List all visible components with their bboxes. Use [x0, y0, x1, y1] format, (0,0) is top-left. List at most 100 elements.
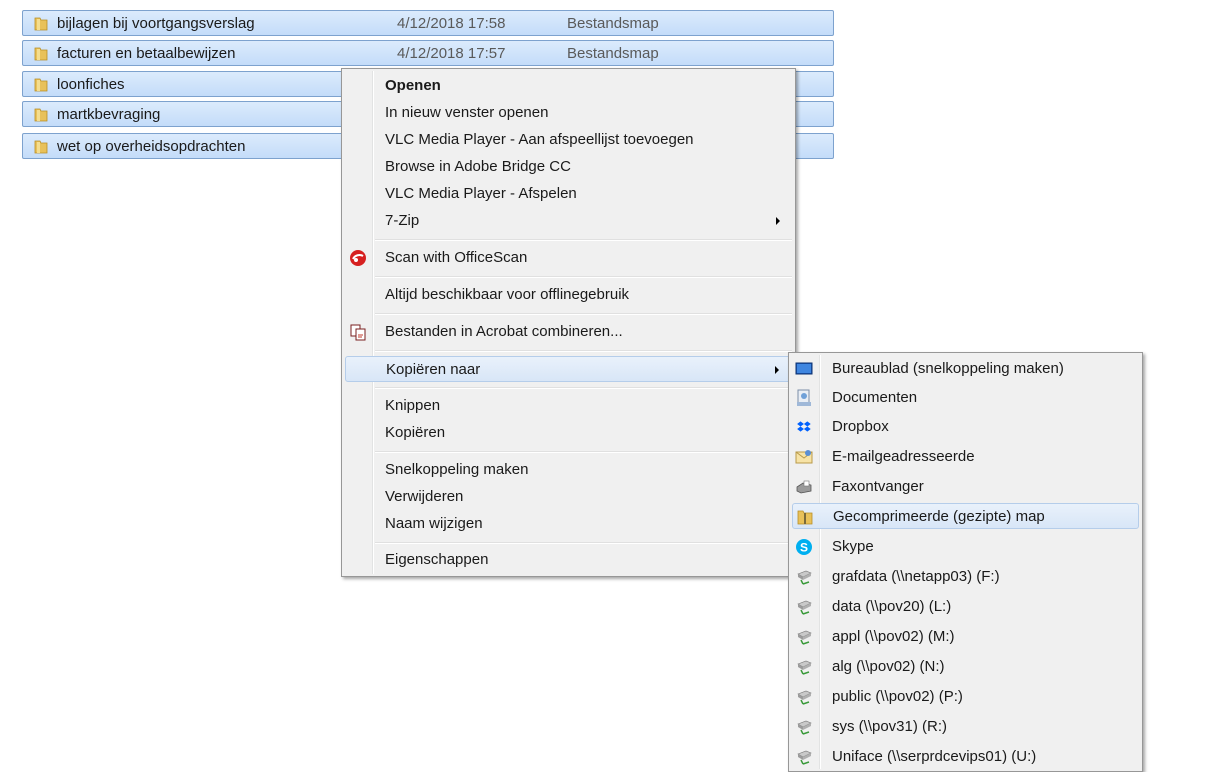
menu-item-label: Naam wijzigen [385, 515, 483, 532]
menu-item-label: Browse in Adobe Bridge CC [385, 158, 571, 175]
menu-item-label: E-mailgeadresseerde [832, 448, 975, 465]
menu-item-label: VLC Media Player - Afspelen [385, 185, 577, 202]
menu-item-adobe-bridge[interactable]: Browse in Adobe Bridge CC [345, 154, 792, 180]
folder-icon [34, 140, 48, 154]
file-name: wet op overheidsopdrachten [57, 138, 246, 155]
menu-item-label: In nieuw venster openen [385, 104, 549, 121]
menu-item-label: Bureaublad (snelkoppeling maken) [832, 360, 1064, 377]
menu-item-label: 7-Zip [385, 212, 420, 229]
send-to-desktop[interactable]: Bureaublad (snelkoppeling maken) [792, 356, 1139, 382]
file-row[interactable]: facturen en betaalbewijzen 4/12/2018 17:… [22, 40, 834, 66]
menu-item-label: Faxontvanger [832, 478, 924, 495]
menu-item-properties[interactable]: Eigenschappen [345, 547, 792, 573]
menu-item-7zip[interactable]: 7-Zip [345, 208, 792, 234]
file-date: 4/12/2018 17:58 [397, 15, 506, 32]
menu-item-label: Snelkoppeling maken [385, 461, 529, 478]
file-type: Bestandsmap [567, 45, 659, 62]
send-to-dropbox[interactable]: Dropbox [792, 414, 1139, 440]
folder-icon [34, 108, 48, 122]
menu-item-label: Kopiëren [385, 424, 446, 441]
menu-item-cut[interactable]: Knippen [345, 393, 792, 419]
menu-item-label: Knippen [385, 397, 441, 414]
menu-item-label: VLC Media Player - Aan afspeellijst toev… [385, 131, 694, 148]
svg-text:S: S [800, 541, 808, 555]
desktop-icon [795, 362, 813, 375]
network-drive-icon [797, 690, 812, 705]
network-drive-icon [797, 750, 812, 765]
menu-item-create-shortcut[interactable]: Snelkoppeling maken [345, 457, 792, 483]
file-type: Bestandsmap [567, 15, 659, 32]
menu-separator [375, 350, 792, 352]
acrobat-combine-icon [350, 324, 366, 341]
menu-item-label: Eigenschappen [385, 551, 489, 568]
send-to-drive-r[interactable]: sys (\\pov31) (R:) [792, 714, 1139, 740]
file-name: facturen en betaalbewijzen [57, 45, 236, 62]
menu-item-label: Scan with OfficeScan [385, 249, 528, 266]
send-to-zip-folder[interactable]: Gecomprimeerde (gezipte) map [792, 503, 1139, 529]
menu-separator [375, 451, 792, 453]
network-drive-icon [797, 600, 812, 615]
menu-item-label: alg (\\pov02) (N:) [832, 658, 945, 675]
file-row[interactable]: bijlagen bij voortgangsverslag 4/12/2018… [22, 10, 834, 36]
menu-item-offline[interactable]: Altijd beschikbaar voor offlinegebruik [345, 282, 792, 308]
network-drive-icon [797, 570, 812, 585]
menu-item-open-new-window[interactable]: In nieuw venster openen [345, 100, 792, 126]
zip-folder-icon [797, 510, 813, 525]
menu-item-label: public (\\pov02) (P:) [832, 688, 963, 705]
send-to-documents[interactable]: Documenten [792, 385, 1139, 411]
send-to-drive-n[interactable]: alg (\\pov02) (N:) [792, 654, 1139, 680]
menu-separator [375, 542, 792, 544]
menu-item-label: Gecomprimeerde (gezipte) map [833, 508, 1045, 525]
network-drive-icon [797, 720, 812, 735]
menu-item-label: Skype [832, 538, 874, 555]
menu-item-label: Verwijderen [385, 488, 464, 505]
send-to-drive-u[interactable]: Uniface (\\serprdcevips01) (U:) [792, 744, 1139, 770]
menu-item-label: Kopiëren naar [386, 361, 481, 378]
menu-item-label: Uniface (\\serprdcevips01) (U:) [832, 748, 1037, 765]
send-to-drive-l[interactable]: data (\\pov20) (L:) [792, 594, 1139, 620]
send-to-submenu: Bureaublad (snelkoppeling maken) Documen… [788, 352, 1143, 772]
network-drive-icon [797, 660, 812, 675]
send-to-drive-f[interactable]: grafdata (\\netapp03) (F:) [792, 564, 1139, 590]
file-name: loonfiches [57, 76, 125, 93]
menu-separator [375, 276, 792, 278]
menu-item-label: grafdata (\\netapp03) (F:) [832, 568, 1000, 585]
send-to-drive-p[interactable]: public (\\pov02) (P:) [792, 684, 1139, 710]
send-to-drive-m[interactable]: appl (\\pov02) (M:) [792, 624, 1139, 650]
send-to-mail-recipient[interactable]: E-mailgeadresseerde [792, 444, 1139, 470]
folder-icon [34, 47, 48, 61]
file-name: martkbevraging [57, 106, 161, 123]
file-name: bijlagen bij voortgangsverslag [57, 15, 255, 32]
folder-icon [34, 17, 48, 31]
menu-separator [375, 313, 792, 315]
submenu-arrow-icon [776, 217, 780, 225]
fax-icon [796, 480, 812, 494]
menu-item-label: Altijd beschikbaar voor offlinegebruik [385, 286, 630, 303]
officescan-icon [350, 250, 366, 266]
documents-icon [797, 389, 811, 406]
send-to-fax[interactable]: Faxontvanger [792, 474, 1139, 500]
menu-item-vlc-add-playlist[interactable]: VLC Media Player - Aan afspeellijst toev… [345, 127, 792, 153]
menu-item-label: Dropbox [832, 418, 889, 435]
menu-item-label: Openen [385, 77, 441, 94]
folder-icon [34, 78, 48, 92]
menu-item-rename[interactable]: Naam wijzigen [345, 511, 792, 537]
skype-icon: S [796, 539, 812, 555]
file-date: 4/12/2018 17:57 [397, 45, 506, 62]
menu-item-delete[interactable]: Verwijderen [345, 484, 792, 510]
context-menu: Openen In nieuw venster openen VLC Media… [341, 68, 796, 577]
menu-item-label: sys (\\pov31) (R:) [832, 718, 948, 735]
menu-item-acrobat-combine[interactable]: Bestanden in Acrobat combineren... [345, 319, 792, 345]
menu-item-openen[interactable]: Openen [345, 73, 792, 99]
explorer-window: bijlagen bij voortgangsverslag 4/12/2018… [0, 0, 1209, 772]
send-to-skype[interactable]: S Skype [792, 534, 1139, 560]
menu-item-label: Documenten [832, 389, 918, 406]
menu-item-copy[interactable]: Kopiëren [345, 420, 792, 446]
dropbox-icon [797, 421, 811, 432]
menu-item-vlc-play[interactable]: VLC Media Player - Afspelen [345, 181, 792, 207]
menu-item-label: appl (\\pov02) (M:) [832, 628, 955, 645]
menu-item-send-to[interactable]: Kopiëren naar [345, 356, 792, 382]
network-drive-icon [797, 630, 812, 645]
menu-item-officescan[interactable]: Scan with OfficeScan [345, 245, 792, 271]
menu-separator [375, 387, 792, 389]
